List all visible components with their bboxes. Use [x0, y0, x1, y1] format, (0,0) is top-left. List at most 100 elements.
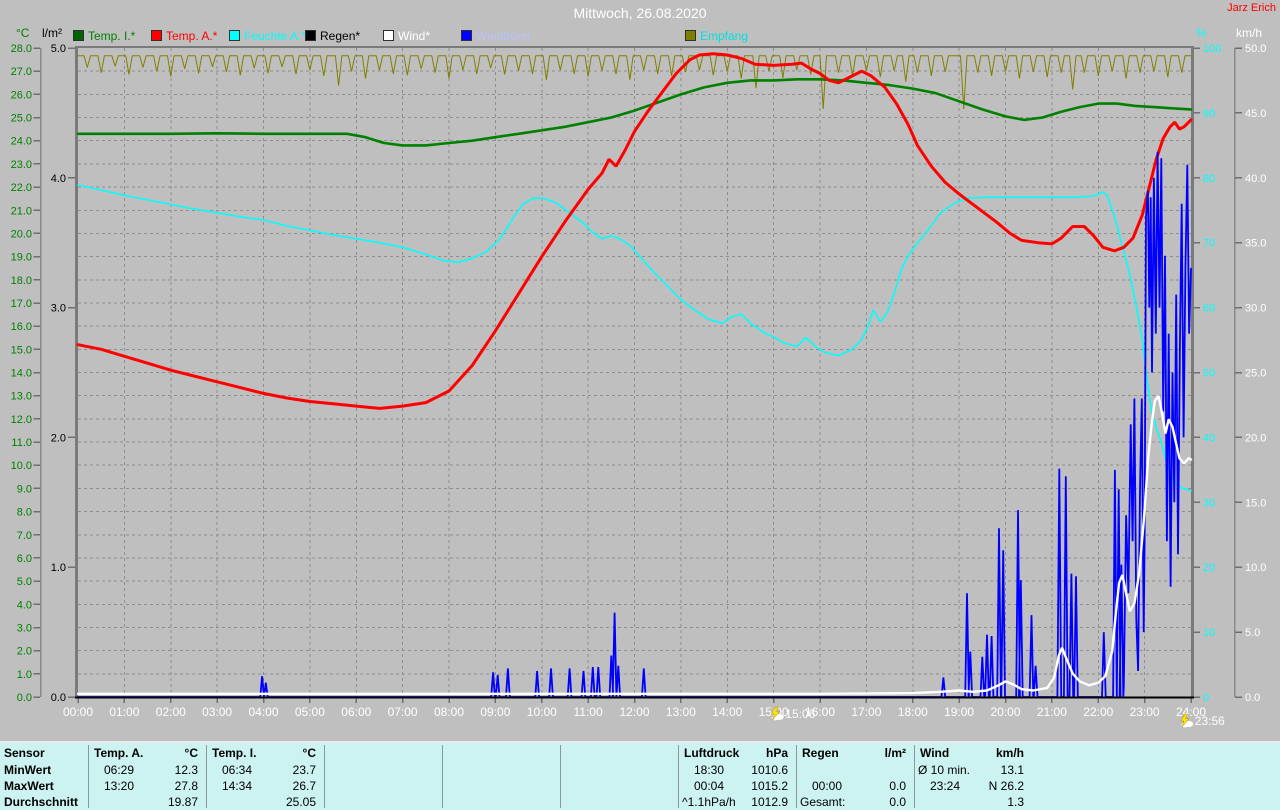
axis-lines [39, 46, 1236, 697]
table-cell: 19.87 [167, 795, 198, 809]
table-cell: 26.7 [292, 779, 316, 793]
humidity-tick-label: 100 [1203, 43, 1221, 55]
humidity-tick-label: 80 [1203, 173, 1215, 185]
wind-tick-label: 25.0 [1245, 368, 1266, 380]
table-cell: 0.0 [889, 779, 906, 793]
table-cell: Sensor [4, 746, 45, 760]
time-tick-label: 12:00 [619, 705, 649, 719]
rain-tick-label: 3.0 [51, 303, 66, 315]
time-tick-label: 06:00 [341, 705, 371, 719]
table-column-separator [324, 745, 325, 808]
temp-tick-label: 17.0 [11, 298, 32, 310]
table-column-separator [442, 745, 443, 808]
rain-tick-label: 1.0 [51, 562, 66, 574]
time-tick-label: 11:00 [574, 705, 603, 719]
table-cell: °C [184, 746, 198, 760]
humidity-tick-label: 90 [1203, 108, 1215, 120]
temp-tick-label: 23.0 [11, 159, 32, 171]
time-tick-label: 05:00 [295, 705, 325, 719]
table-cell: Durchschnitt [4, 795, 79, 809]
table-column-separator [678, 745, 679, 808]
table-cell: l/m² [884, 746, 906, 760]
humidity-tick-label: 50 [1203, 368, 1215, 380]
humidity-tick-label: 40 [1203, 432, 1215, 444]
time-tick-label: 23:00 [1130, 705, 1160, 719]
temp-tick-label: 6.0 [17, 553, 32, 565]
temp-tick-label: 24.0 [11, 136, 32, 148]
table-column-separator [914, 745, 915, 808]
table-cell: 1.3 [1007, 795, 1024, 809]
table-column-separator [796, 745, 797, 808]
table-cell: N 26.2 [988, 779, 1024, 793]
rain-tick-label: 5.0 [51, 43, 66, 55]
temp-tick-label: 22.0 [11, 182, 32, 194]
temp-tick-label: 18.0 [11, 275, 32, 287]
humidity-tick-label: 70 [1203, 238, 1215, 250]
time-tick-label: 18:00 [898, 705, 928, 719]
temp-tick-label: 7.0 [17, 530, 32, 542]
wind-tick-label: 35.0 [1245, 238, 1266, 250]
series-gusts [77, 151, 1192, 698]
humidity-tick-label: 20 [1203, 562, 1215, 574]
time-tick-label: 02:00 [156, 705, 186, 719]
time-tick-label: 22:00 [1083, 705, 1113, 719]
time-tick-label: 19:00 [944, 705, 974, 719]
temp-tick-label: 25.0 [11, 113, 32, 125]
time-tick-label: 03:00 [202, 705, 232, 719]
temp-tick-label: 11.0 [11, 437, 32, 449]
temp-tick-label: 27.0 [11, 66, 32, 78]
table-cell: 1015.2 [751, 779, 788, 793]
temp-tick-label: 13.0 [11, 391, 32, 403]
humidity-tick-label: 10 [1203, 627, 1215, 639]
chart-plot: 0.0 1.0 2.0 3.0 4.0 5.0 6.0 7.0 8.0 9.0 10.0 11.0 12… [11, 43, 1267, 728]
humidity-tick-label: 60 [1203, 303, 1215, 315]
temp-tick-label: 28.0 [11, 43, 32, 55]
summary-table: Sensor MinWert MaxWert Durchschnitt Temp. A.… [0, 741, 1280, 810]
time-tick-label: 04:00 [248, 705, 278, 719]
event-time-label: 23:56 [1195, 714, 1225, 728]
series-temp_inside [76, 78, 1193, 147]
wind-tick-label: 20.0 [1245, 432, 1266, 444]
rain-tick-label: 2.0 [51, 432, 66, 444]
time-tick-label: 20:00 [990, 705, 1020, 719]
time-tick-label: 09:00 [480, 705, 510, 719]
wind-tick-label: 30.0 [1245, 303, 1266, 315]
table-column-separator [88, 745, 89, 808]
temp-tick-label: 15.0 [11, 344, 32, 356]
time-tick-label: 13:00 [666, 705, 696, 719]
series-empfang [77, 55, 1192, 110]
humidity-tick-label: 0 [1203, 692, 1209, 704]
event-time-label: 15:06 [785, 707, 815, 721]
rain-tick-label: 4.0 [51, 173, 66, 185]
humidity-tick-label: 30 [1203, 497, 1215, 509]
temp-tick-label: 21.0 [11, 205, 32, 217]
wind-tick-label: 40.0 [1245, 173, 1266, 185]
table-column-separator [206, 745, 207, 808]
temp-tick-label: 19.0 [11, 252, 32, 264]
time-tick-label: 07:00 [388, 705, 418, 719]
table-cell: 13.1 [1000, 763, 1024, 777]
temp-tick-label: 8.0 [17, 507, 32, 519]
table-cell: MaxWert [4, 779, 54, 793]
gridlines [78, 48, 1191, 697]
temp-tick-label: 1.0 [17, 669, 32, 681]
table-cell: °C [302, 746, 316, 760]
rain-tick-label: 0.0 [51, 692, 66, 704]
temp-tick-label: 26.0 [11, 89, 32, 101]
wind-tick-label: 15.0 [1245, 497, 1266, 509]
wind-tick-label: 5.0 [1245, 627, 1260, 639]
temp-tick-label: 10.0 [11, 460, 32, 472]
time-tick-label: 21:00 [1037, 705, 1067, 719]
time-tick-label: 10:00 [527, 705, 557, 719]
table-cell: MinWert [4, 763, 52, 777]
time-tick-label: 14:00 [712, 705, 742, 719]
temp-tick-label: 12.0 [11, 414, 32, 426]
temp-tick-label: 16.0 [11, 321, 32, 333]
time-tick-label: 08:00 [434, 705, 464, 719]
table-cell: 23.7 [292, 763, 316, 777]
table-cell: 12.3 [174, 763, 198, 777]
temp-tick-label: 0.0 [17, 692, 32, 704]
table-cell: 27.8 [174, 779, 198, 793]
wind-tick-label: 45.0 [1245, 108, 1266, 120]
time-tick-label: 00:00 [63, 705, 93, 719]
